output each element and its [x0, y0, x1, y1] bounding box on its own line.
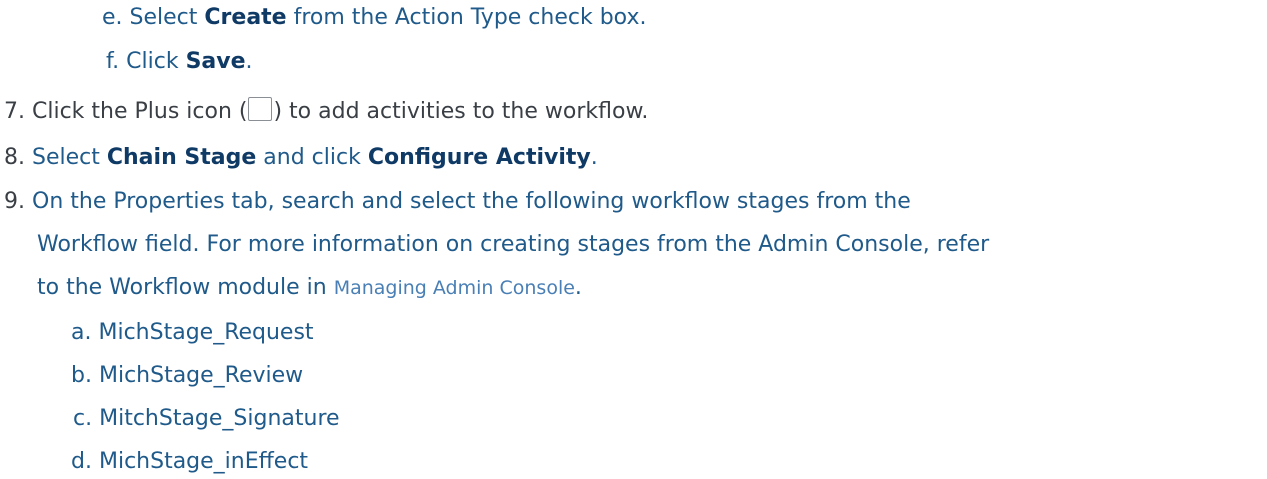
step-9-text-line-3-after: .	[574, 275, 582, 300]
step-e-text-after: from the Action Type check box.	[286, 5, 647, 30]
step-8: 8. Select Chain Stage and click Configur…	[4, 143, 598, 173]
step-8-marker: 8.	[4, 145, 25, 170]
step-7: 7. Click the Plus icon ( ) to add activit…	[4, 97, 648, 127]
step-7-text-after: ) to add activities to the workflow.	[273, 99, 649, 124]
sub-item-d-marker: d.	[71, 449, 92, 474]
step-f-text-after: .	[245, 49, 253, 74]
step-e-marker: e.	[102, 5, 123, 30]
step-8-bold-configure-activity: Configure Activity	[367, 145, 591, 170]
step-8-text-middle: and click	[256, 145, 368, 170]
sub-item-b: b. MichStage_Review	[71, 361, 303, 391]
sub-item-c: c. MitchStage_Signature	[73, 404, 340, 434]
step-e: e. Select Create from the Action Type ch…	[102, 3, 646, 33]
sub-item-d-text: MichStage_inEffect	[98, 449, 309, 474]
step-8-text-after: .	[590, 145, 598, 170]
step-9-line-2: Workflow field. For more information on …	[37, 230, 989, 260]
sub-item-c-marker: c.	[73, 406, 93, 431]
step-8-text-before: Select	[32, 145, 107, 170]
step-9-text-line-1: On the Properties tab, search and select…	[32, 189, 911, 214]
step-f-text-before: Click	[126, 49, 186, 74]
step-7-marker: 7.	[4, 99, 25, 124]
step-9-text-line-2: Workflow field. For more information on …	[37, 232, 990, 257]
sub-item-a: a. MichStage_Request	[71, 318, 314, 348]
step-e-bold-create: Create	[204, 5, 287, 30]
managing-admin-console-link[interactable]: Managing Admin Console	[334, 277, 575, 299]
sub-item-a-text: MichStage_Request	[98, 320, 314, 345]
step-f-marker: f.	[106, 49, 120, 74]
sub-item-c-text: MitchStage_Signature	[99, 406, 340, 431]
step-9-text-line-3-before: to the Workflow module in	[37, 275, 334, 300]
step-7-text-before: Click the Plus icon (	[32, 99, 248, 124]
step-9-line-3: to the Workflow module in Managing Admin…	[37, 273, 582, 303]
step-9-line-1: 9. On the Properties tab, search and sel…	[4, 187, 911, 217]
plus-icon	[248, 97, 273, 121]
step-f: f. Click Save.	[106, 47, 253, 77]
step-e-text-before: Select	[129, 5, 205, 30]
step-f-bold-save: Save	[185, 49, 246, 74]
sub-item-d: d. MichStage_inEffect	[71, 447, 308, 477]
step-9-marker: 9.	[4, 189, 25, 214]
sub-item-a-marker: a.	[71, 320, 92, 345]
step-8-bold-chain-stage: Chain Stage	[106, 145, 257, 170]
sub-item-b-text: MichStage_Review	[98, 363, 304, 388]
sub-item-b-marker: b.	[71, 363, 92, 388]
